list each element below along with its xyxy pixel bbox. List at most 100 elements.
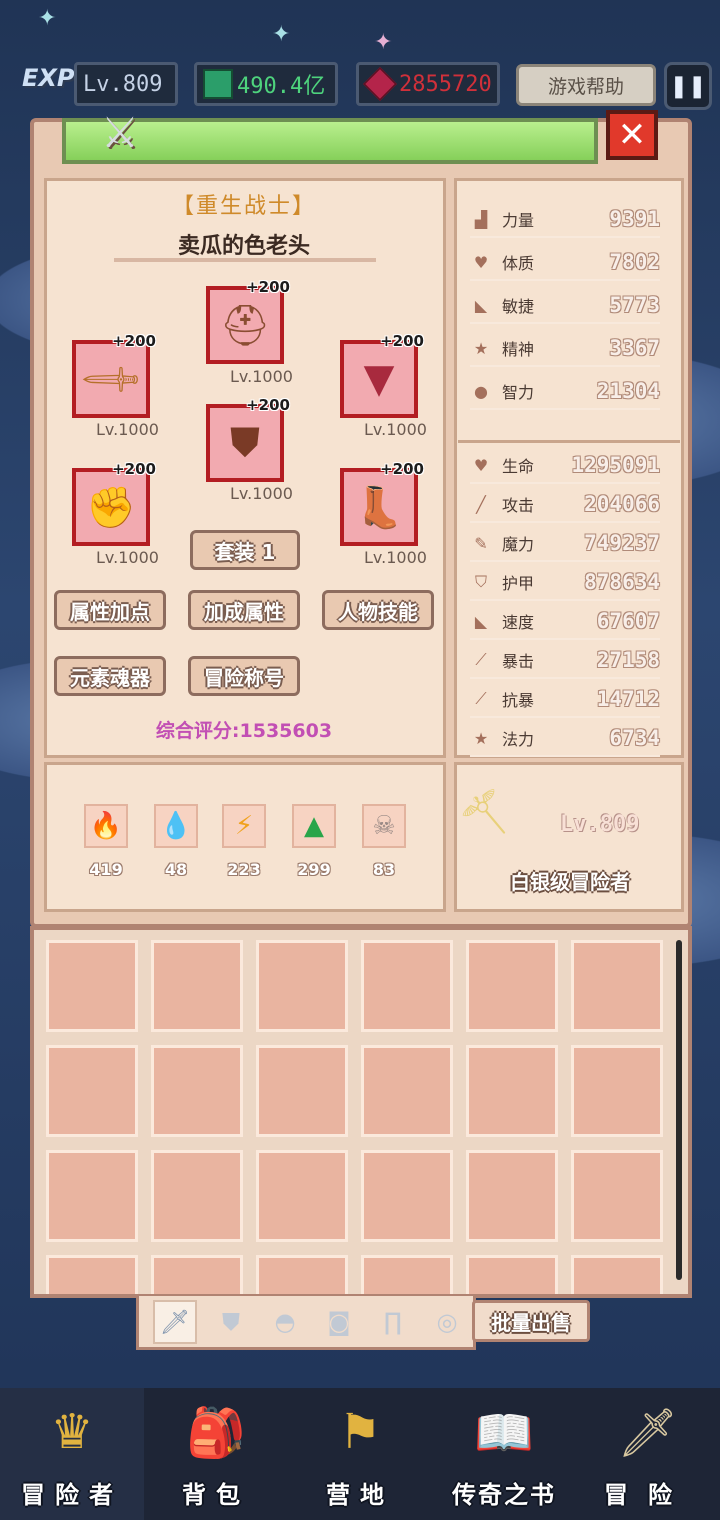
gem-text: 2855720: [399, 71, 492, 97]
inventory-slot[interactable]: [571, 940, 663, 1032]
sword-icon: 🗡: [617, 1404, 679, 1461]
stat-row-crit: ⟋ 暴击 27158: [470, 643, 660, 679]
player-name: 卖瓜的色老头: [177, 234, 310, 259]
tab-weapons[interactable]: 🗡: [153, 1299, 197, 1344]
inventory-slot[interactable]: [151, 1150, 243, 1242]
stat-value: 204066: [584, 492, 660, 516]
stat-name: 智力: [502, 383, 535, 402]
bonus-attributes-button[interactable]: 加成属性: [188, 590, 300, 630]
inventory-slot[interactable]: [466, 1045, 558, 1137]
element-wood[interactable]: ▲: [292, 804, 336, 848]
nav-adventurer[interactable]: ♛ 冒险者: [0, 1388, 144, 1520]
star-icon: ✦: [374, 30, 393, 55]
stats-divider: [458, 440, 680, 443]
inventory-slot[interactable]: [571, 1150, 663, 1242]
class-title: 【重生战士】: [171, 194, 316, 219]
stat-value: 5773: [609, 293, 660, 317]
stat-row-attack: ╱ 攻击 204066: [470, 487, 660, 523]
nav-camp[interactable]: ⚑ 营地: [288, 1388, 432, 1520]
character-skills-button[interactable]: 人物技能: [322, 590, 434, 630]
element-fire[interactable]: 🔥: [84, 804, 128, 848]
game-help-button[interactable]: 游戏帮助: [516, 64, 656, 106]
inventory-slot[interactable]: [256, 1255, 348, 1294]
exp-badge: EXP: [22, 64, 75, 92]
banner-icon: ⚑: [338, 1404, 382, 1460]
equip-slot-weapon[interactable]: 🗡 +200: [72, 332, 156, 418]
attribute-points-button[interactable]: 属性加点: [54, 590, 166, 630]
inventory-slot[interactable]: [466, 940, 558, 1032]
element-thunder[interactable]: ⚡: [222, 804, 266, 848]
boot-icon: ◣: [474, 611, 488, 631]
nav-backpack[interactable]: 🎒 背包: [144, 1388, 288, 1520]
gloves-icon: ✊: [86, 484, 136, 531]
wand-icon: ✎: [474, 533, 488, 553]
inventory-slot[interactable]: [571, 1255, 663, 1294]
nav-adventure[interactable]: 🗡 冒险: [576, 1388, 720, 1520]
stat-row-agility: ◣ 敏捷 5773: [470, 288, 660, 324]
nav-label: 背包: [182, 1481, 250, 1509]
inventory-scrollbar[interactable]: [676, 940, 682, 1280]
element-water[interactable]: 💧: [154, 804, 198, 848]
equip-slot-helmet[interactable]: ⛑ +200: [206, 278, 290, 364]
tab-armor[interactable]: ⛊: [211, 1302, 251, 1342]
inventory-slot[interactable]: [256, 1045, 348, 1137]
helmet-icon: ◓: [274, 1307, 296, 1336]
tab-rings[interactable]: ◎: [427, 1302, 467, 1342]
inventory-grid: [30, 926, 692, 1298]
stat-value: 878634: [584, 570, 660, 594]
inventory-slot[interactable]: [256, 1150, 348, 1242]
enhance-level: +200: [246, 278, 290, 296]
leaf-icon: ▲: [304, 811, 324, 841]
stat-name: 魔力: [502, 535, 535, 554]
inventory-slot[interactable]: [361, 1255, 453, 1294]
book-icon: 📖: [474, 1404, 534, 1461]
crit-icon: ⟋: [475, 650, 487, 669]
stat-value: 14712: [596, 687, 660, 711]
nav-legend-book[interactable]: 📖 传奇之书: [432, 1388, 576, 1520]
adventure-title-button[interactable]: 冒险称号: [188, 656, 300, 696]
overall-score: 综合评分:1535603: [155, 720, 333, 742]
equip-slot-armor[interactable]: ⛊ +200: [206, 396, 290, 482]
set-button[interactable]: 套装 1: [190, 530, 300, 570]
inventory-slot[interactable]: [46, 1045, 138, 1137]
inventory-slot[interactable]: [361, 1150, 453, 1242]
enhance-level: +200: [380, 460, 424, 478]
inventory-slot[interactable]: [466, 1255, 558, 1294]
equip-slot-amulet[interactable]: ▼ +200: [340, 332, 424, 418]
inventory-slot[interactable]: [46, 1150, 138, 1242]
heart-icon: ♥: [473, 455, 489, 475]
stat-name: 体质: [502, 254, 535, 273]
equip-slot-gloves[interactable]: ✊ +200: [72, 460, 156, 546]
inventory-slot[interactable]: [46, 1255, 138, 1294]
stat-row-speed: ◣ 速度 67607: [470, 604, 660, 640]
close-button[interactable]: ✕: [606, 110, 658, 160]
inventory-slot[interactable]: [361, 1045, 453, 1137]
inventory-slot[interactable]: [151, 1045, 243, 1137]
armor-icon: ⛊: [230, 420, 260, 466]
inventory-slot[interactable]: [151, 940, 243, 1032]
pause-button[interactable]: ❚❚: [664, 62, 712, 110]
inventory-slot[interactable]: [571, 1045, 663, 1137]
inventory-slot[interactable]: [256, 940, 348, 1032]
inventory-slot[interactable]: [361, 940, 453, 1032]
element-dark[interactable]: ☠: [362, 804, 406, 848]
inventory-slot[interactable]: [466, 1150, 558, 1242]
sword-icon: 🗡: [76, 345, 145, 414]
equip-slot-boots[interactable]: 👢 +200: [340, 460, 424, 546]
tab-pants[interactable]: ∏: [373, 1302, 413, 1342]
tab-helmets[interactable]: ◓: [265, 1302, 305, 1342]
inventory-slot[interactable]: [151, 1255, 243, 1294]
stat-name: 精神: [502, 340, 535, 359]
helmet-icon: ⛑: [219, 302, 271, 349]
star-icon: ★: [473, 728, 489, 748]
stat-row-mana: ★ 法力 6734: [470, 721, 660, 757]
bulk-sell-button[interactable]: 批量出售: [472, 1300, 590, 1342]
stat-row-hp: ♥ 生命 1295091: [470, 448, 660, 484]
tab-accessories[interactable]: ◙: [319, 1302, 359, 1342]
element-soul-button[interactable]: 元素魂器: [54, 656, 166, 696]
sword-icon: 🗡: [159, 1307, 191, 1336]
stat-row-strength: ▟ 力量 9391: [470, 202, 660, 238]
stat-name: 抗暴: [502, 691, 535, 710]
stat-value: 749237: [584, 531, 660, 555]
inventory-slot[interactable]: [46, 940, 138, 1032]
